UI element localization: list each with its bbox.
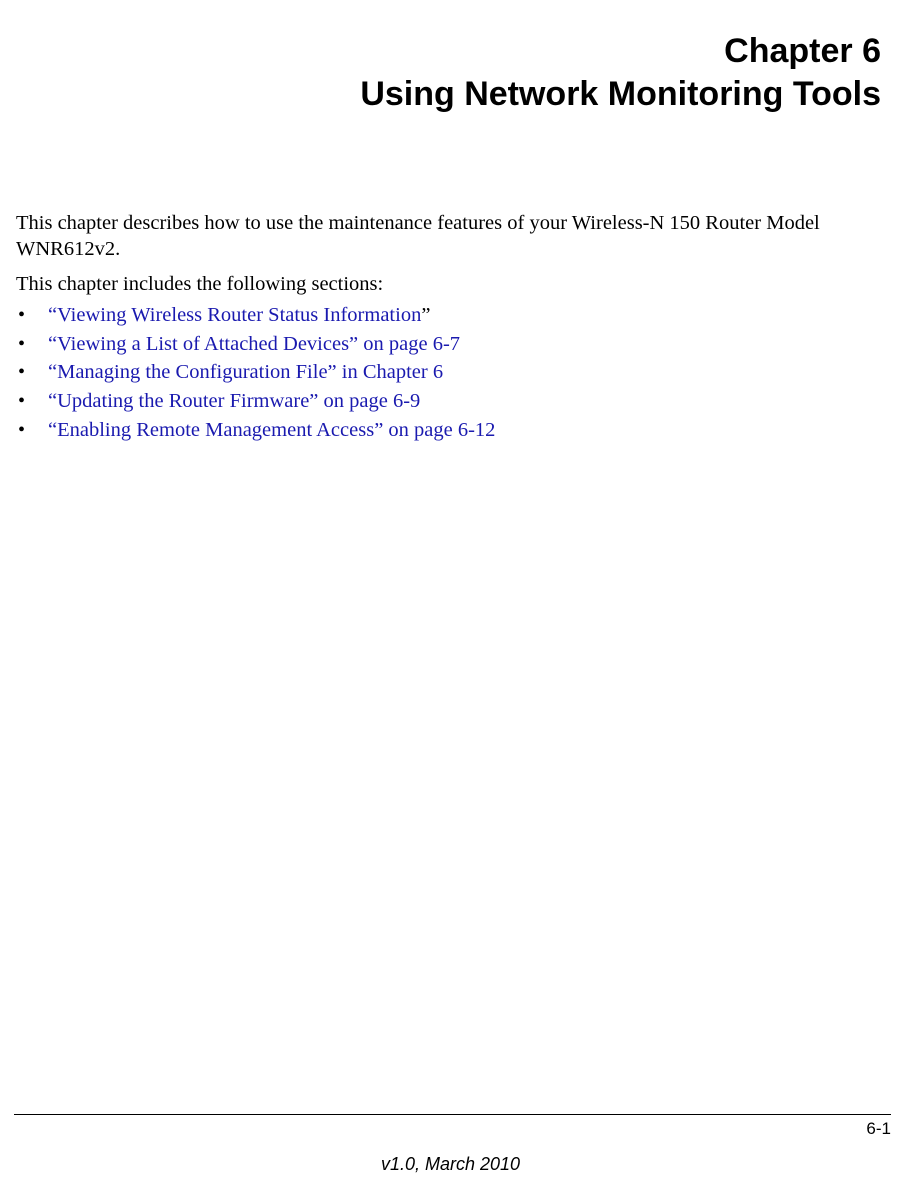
list-item: “Managing the Configuration File” in Cha… <box>16 359 879 387</box>
body-text: This chapter describes how to use the ma… <box>16 211 891 444</box>
list-item: “Viewing a List of Attached Devices” on … <box>16 331 879 359</box>
list-item: “Updating the Router Firmware” on page 6… <box>16 388 879 416</box>
section-link[interactable]: “Enabling Remote Management Access” on p… <box>48 419 495 441</box>
section-link[interactable]: “Updating the Router Firmware” on page 6… <box>48 390 420 412</box>
document-page: Chapter 6 Using Network Monitoring Tools… <box>0 0 901 1193</box>
section-link[interactable]: “Viewing a List of Attached Devices” on … <box>48 333 460 355</box>
footer-version: v1.0, March 2010 <box>0 1154 901 1175</box>
chapter-number: Chapter 6 <box>16 30 881 73</box>
page-number: 6-1 <box>866 1119 891 1139</box>
list-item: “Viewing Wireless Router Status Informat… <box>16 302 879 330</box>
sections-lead: This chapter includes the following sect… <box>16 272 879 298</box>
chapter-title: Using Network Monitoring Tools <box>16 73 881 116</box>
section-link[interactable]: “Viewing Wireless Router Status Informat… <box>48 304 421 326</box>
section-link[interactable]: “Managing the Configuration File” in Cha… <box>48 361 443 383</box>
sections-list: “Viewing Wireless Router Status Informat… <box>16 302 879 444</box>
chapter-heading: Chapter 6 Using Network Monitoring Tools <box>16 30 881 115</box>
footer-rule <box>14 1114 891 1115</box>
intro-paragraph: This chapter describes how to use the ma… <box>16 211 879 262</box>
list-item: “Enabling Remote Management Access” on p… <box>16 417 879 445</box>
list-item-suffix: ” <box>421 304 430 326</box>
